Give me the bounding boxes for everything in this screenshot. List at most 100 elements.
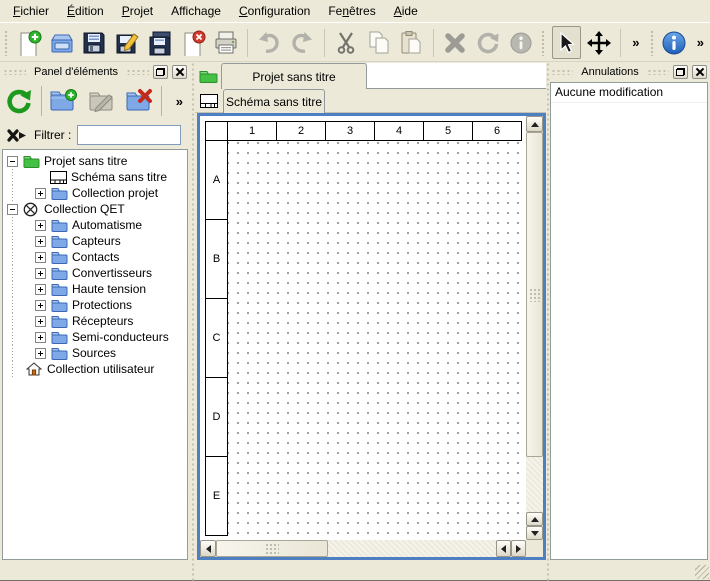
delete-button[interactable] bbox=[441, 26, 470, 59]
row-header-a: A bbox=[205, 140, 228, 220]
collapse-expander-icon[interactable] bbox=[7, 156, 18, 167]
toolbar-grip[interactable] bbox=[650, 30, 654, 56]
redo-button[interactable] bbox=[288, 26, 317, 59]
schema-canvas[interactable]: 1 2 3 4 5 6 A B C D E bbox=[200, 116, 526, 540]
menu-projet[interactable]: Projet bbox=[113, 1, 162, 21]
dock-grip[interactable] bbox=[3, 68, 26, 75]
toolbar-separator bbox=[324, 29, 325, 57]
move-tool-button[interactable] bbox=[585, 26, 614, 59]
tree-item-capteurs[interactable]: Capteurs bbox=[3, 233, 187, 249]
tree-item-automatisme[interactable]: Automatisme bbox=[3, 217, 187, 233]
tree-item-convertisseurs[interactable]: Convertisseurs bbox=[3, 265, 187, 281]
paste-button[interactable] bbox=[397, 26, 426, 59]
paste-icon bbox=[398, 30, 424, 56]
reload-collections-button[interactable] bbox=[3, 84, 36, 118]
menu-fichier[interactable]: Fichier bbox=[4, 1, 58, 21]
new-project-button[interactable] bbox=[14, 26, 43, 59]
expand-expander-icon[interactable] bbox=[35, 252, 46, 263]
tree-item-collection-utilisateur[interactable]: Collection utilisateur bbox=[3, 361, 187, 377]
expand-expander-icon[interactable] bbox=[35, 316, 46, 327]
elements-tree[interactable]: Projet sans titre Schéma sans titre Coll… bbox=[2, 149, 188, 560]
elements-panel-header[interactable]: Panel d'éléments bbox=[0, 62, 190, 81]
element-info-button[interactable] bbox=[506, 26, 535, 59]
expand-expander-icon[interactable] bbox=[35, 300, 46, 311]
menu-affichage[interactable]: Affichage bbox=[162, 1, 230, 21]
rotate-button[interactable] bbox=[474, 26, 503, 59]
new-category-button[interactable] bbox=[47, 84, 80, 118]
expand-expander-icon[interactable] bbox=[35, 332, 46, 343]
open-project-button[interactable] bbox=[47, 26, 76, 59]
dock-grip[interactable] bbox=[551, 68, 573, 75]
undo-panel-header[interactable]: Annulations bbox=[548, 62, 710, 81]
edit-category-button[interactable] bbox=[85, 84, 118, 118]
tree-item-semi-conducteurs[interactable]: Semi-conducteurs bbox=[3, 329, 187, 345]
cut-button[interactable] bbox=[331, 26, 360, 59]
undo-button[interactable] bbox=[255, 26, 284, 59]
blue-folder-icon bbox=[51, 314, 68, 328]
toolbar-grip[interactable] bbox=[541, 30, 545, 56]
expand-expander-icon[interactable] bbox=[35, 268, 46, 279]
delete-category-button[interactable] bbox=[123, 84, 156, 118]
save-as-button[interactable] bbox=[113, 26, 142, 59]
save-all-button[interactable] bbox=[146, 26, 175, 59]
float-panel-button[interactable] bbox=[153, 65, 168, 79]
tab-schema-sans-titre[interactable]: Schéma sans titre bbox=[223, 89, 325, 113]
close-icon bbox=[175, 67, 184, 76]
close-panel-button[interactable] bbox=[172, 65, 187, 79]
expand-expander-icon[interactable] bbox=[35, 284, 46, 295]
tree-item-sources[interactable]: Sources bbox=[3, 345, 187, 361]
dock-grip[interactable] bbox=[126, 68, 149, 75]
undo-history-list[interactable]: Aucune modification bbox=[550, 82, 708, 560]
expand-expander-icon[interactable] bbox=[35, 188, 46, 199]
tree-item-collection-projet[interactable]: Collection projet bbox=[3, 185, 187, 201]
window-resize-grip[interactable] bbox=[695, 565, 709, 579]
scroll-down-button[interactable] bbox=[526, 526, 543, 540]
dock-grip[interactable] bbox=[647, 68, 669, 75]
scroll-left-button-2[interactable] bbox=[496, 540, 511, 557]
toolbar-grip[interactable] bbox=[4, 30, 8, 56]
expand-expander-icon[interactable] bbox=[35, 236, 46, 247]
elements-panel-toolbar: » bbox=[0, 81, 190, 121]
scroll-up-button-2[interactable] bbox=[526, 512, 543, 526]
horizontal-scroll-track[interactable] bbox=[328, 540, 496, 557]
filter-input[interactable] bbox=[77, 125, 181, 145]
tree-item-protections[interactable]: Protections bbox=[3, 297, 187, 313]
tree-item-collection-qet[interactable]: Collection QET bbox=[3, 201, 187, 217]
expand-expander-icon[interactable] bbox=[35, 348, 46, 359]
save-button[interactable] bbox=[80, 26, 109, 59]
horizontal-scroll-thumb[interactable] bbox=[216, 540, 328, 557]
tree-item-haute-tension[interactable]: Haute tension bbox=[3, 281, 187, 297]
menu-aide[interactable]: Aide bbox=[385, 1, 427, 21]
copy-button[interactable] bbox=[364, 26, 393, 59]
vertical-scroll-thumb[interactable] bbox=[526, 132, 543, 457]
select-tool-button[interactable] bbox=[552, 26, 581, 59]
close-project-button[interactable] bbox=[178, 26, 207, 59]
menu-fenetres[interactable]: Fenêtres bbox=[319, 1, 384, 21]
row-header-e: E bbox=[205, 456, 228, 536]
menu-edition[interactable]: Édition bbox=[58, 1, 113, 21]
menu-configuration[interactable]: Configuration bbox=[230, 1, 319, 21]
print-button[interactable] bbox=[211, 26, 240, 59]
vertical-scrollbar[interactable] bbox=[526, 116, 543, 540]
collapse-expander-icon[interactable] bbox=[7, 204, 18, 215]
scroll-up-button[interactable] bbox=[526, 116, 543, 132]
undo-list-item[interactable]: Aucune modification bbox=[551, 83, 707, 103]
panel-overflow-button[interactable]: » bbox=[172, 92, 187, 111]
close-panel-button[interactable] bbox=[692, 65, 707, 79]
tree-item-contacts[interactable]: Contacts bbox=[3, 249, 187, 265]
clear-filter-button[interactable] bbox=[6, 125, 28, 145]
vertical-scroll-track[interactable] bbox=[526, 457, 543, 512]
tree-item-projet-sans-titre[interactable]: Projet sans titre bbox=[3, 153, 187, 169]
toolbar-overflow-button[interactable]: » bbox=[628, 33, 643, 52]
tab-projet-sans-titre[interactable]: Projet sans titre bbox=[221, 63, 367, 89]
expand-expander-icon[interactable] bbox=[35, 220, 46, 231]
about-button[interactable] bbox=[660, 26, 689, 59]
tree-item-schema-sans-titre[interactable]: Schéma sans titre bbox=[3, 169, 187, 185]
scroll-left-button[interactable] bbox=[200, 540, 216, 557]
float-panel-button[interactable] bbox=[673, 65, 688, 79]
new-document-icon bbox=[16, 30, 42, 56]
tree-item-recepteurs[interactable]: Récepteurs bbox=[3, 313, 187, 329]
toolbar-overflow-button-2[interactable]: » bbox=[693, 33, 708, 52]
scroll-right-button[interactable] bbox=[511, 540, 526, 557]
horizontal-scrollbar[interactable] bbox=[200, 540, 526, 557]
